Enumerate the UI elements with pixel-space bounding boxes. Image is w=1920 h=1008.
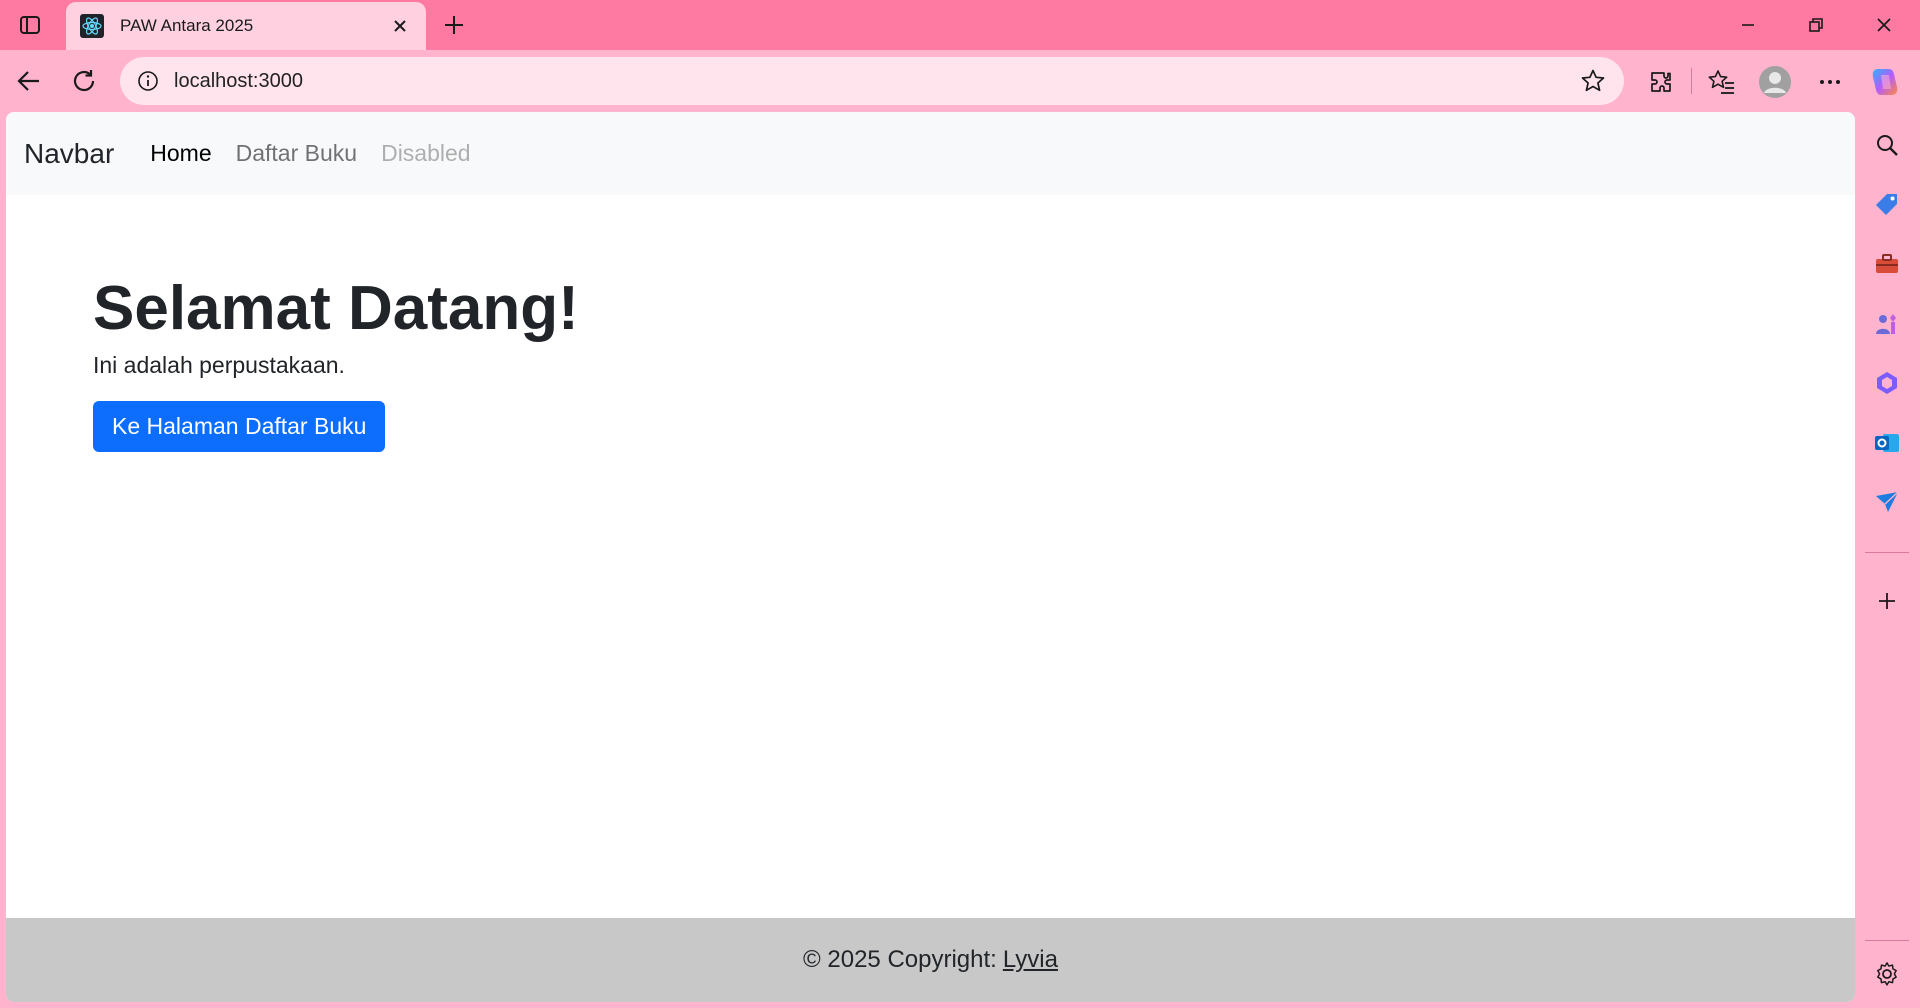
tab-actions-icon[interactable]: [12, 10, 48, 40]
add-icon[interactable]: [1870, 584, 1904, 618]
close-window-icon[interactable]: [1850, 0, 1918, 50]
send-icon[interactable]: [1870, 485, 1904, 519]
settings-icon[interactable]: [1870, 957, 1904, 991]
url-text[interactable]: localhost:3000: [174, 70, 1578, 93]
copilot-sidebar-icon[interactable]: [1870, 366, 1904, 400]
nav-link-disabled: Disabled: [381, 140, 471, 166]
daftar-buku-button[interactable]: Ke Halaman Daftar Buku: [93, 401, 386, 453]
outlook-icon[interactable]: [1870, 426, 1904, 460]
tab-title: PAW Antara 2025: [120, 16, 254, 35]
site-navbar: Navbar Home Daftar Buku Disabled: [6, 112, 1855, 195]
nav-link-home[interactable]: Home: [150, 140, 211, 167]
browser-tab[interactable]: PAW Antara 2025: [66, 2, 426, 50]
minimize-icon[interactable]: [1714, 0, 1782, 50]
page-viewport: Navbar Home Daftar Buku Disabled Selamat…: [6, 112, 1855, 1002]
hero-subtitle: Ini adalah perpustakaan.: [93, 352, 345, 379]
new-tab-icon[interactable]: [438, 9, 470, 41]
back-arrow-icon[interactable]: [12, 64, 46, 98]
extensions-icon[interactable]: [1643, 64, 1679, 100]
navbar-brand[interactable]: Navbar: [24, 138, 114, 170]
page-title: Selamat Datang!: [93, 274, 579, 343]
toolbar-divider: [1691, 68, 1692, 94]
site-footer: © 2025 Copyright: Lyvia: [6, 918, 1855, 1002]
copyright-text: © 2025 Copyright:: [803, 946, 997, 973]
hero-section: Selamat Datang! Ini adalah perpustakaan.…: [93, 272, 579, 453]
favorite-star-icon[interactable]: [1578, 66, 1608, 96]
restore-icon[interactable]: [1782, 0, 1850, 50]
more-options-icon[interactable]: [1812, 64, 1848, 100]
sidebar-divider: [1865, 552, 1909, 553]
toolbox-icon[interactable]: [1870, 247, 1904, 281]
react-icon: [80, 14, 104, 38]
nav-link-daftar-buku[interactable]: Daftar Buku: [236, 140, 357, 167]
address-bar[interactable]: localhost:3000: [120, 57, 1624, 105]
close-tab-icon[interactable]: [388, 14, 412, 38]
footer-author-link[interactable]: Lyvia: [1003, 946, 1058, 974]
games-icon[interactable]: [1870, 307, 1904, 341]
sidebar-divider-bottom: [1865, 940, 1909, 941]
browser-toolbar: localhost:3000: [0, 50, 1920, 112]
title-bar: PAW Antara 2025: [0, 0, 1920, 50]
edge-sidebar: [1855, 112, 1920, 1008]
info-icon[interactable]: [136, 69, 160, 93]
profile-avatar-icon[interactable]: [1757, 64, 1793, 100]
search-icon[interactable]: [1870, 128, 1904, 162]
tag-icon[interactable]: [1870, 188, 1904, 222]
copilot-icon[interactable]: [1868, 64, 1904, 100]
favorites-icon[interactable]: [1704, 64, 1740, 100]
refresh-icon[interactable]: [67, 64, 101, 98]
